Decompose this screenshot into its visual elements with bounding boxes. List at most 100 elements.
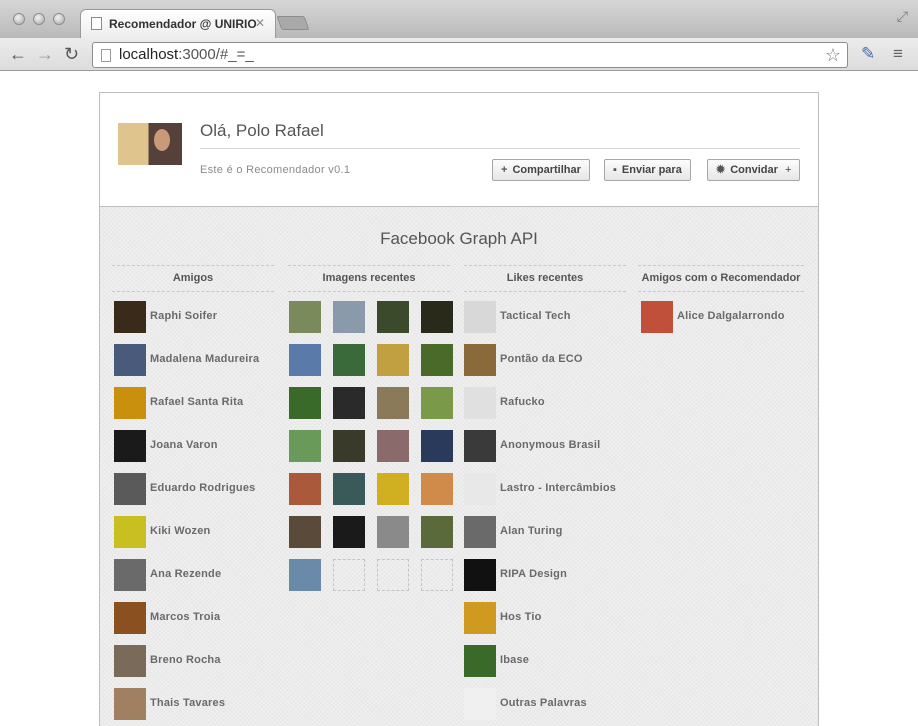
recent-image[interactable]	[377, 516, 409, 548]
fullscreen-icon[interactable]: ⤢	[897, 8, 908, 25]
friend-name: Rafael Santa Rita	[150, 396, 244, 408]
recent-image[interactable]	[421, 516, 453, 548]
new-tab-button[interactable]	[276, 16, 310, 30]
send-to-button[interactable]: ▪ Enviar para	[604, 159, 691, 181]
friend-name: Ana Rezende	[150, 568, 222, 580]
profile-header: Olá, Polo Rafael Este é o Recomendador v…	[100, 93, 818, 206]
friend-name: Eduardo Rodrigues	[150, 482, 256, 494]
address-bar[interactable]: localhost:3000/#_=_ ☆	[92, 42, 848, 68]
friend-name: Breno Rocha	[150, 654, 221, 666]
like-thumbnail	[464, 645, 496, 677]
recent-image[interactable]	[421, 344, 453, 376]
like-thumbnail	[464, 602, 496, 634]
url-text: localhost:3000/#_=_	[119, 46, 254, 63]
tab-close-icon[interactable]: ✕	[255, 16, 265, 30]
recent-image[interactable]	[333, 344, 365, 376]
page-icon	[101, 49, 111, 62]
recent-image[interactable]	[421, 387, 453, 419]
bookmark-star-icon[interactable]: ☆	[825, 45, 841, 66]
recent-image[interactable]	[289, 387, 321, 419]
maximize-window-icon[interactable]	[53, 13, 65, 25]
recent-image[interactable]	[421, 473, 453, 505]
user-avatar	[118, 123, 182, 165]
reload-icon[interactable]: ↻	[64, 43, 79, 65]
column-header-images: Imagens recentes	[288, 265, 450, 292]
like-name: Pontão da ECO	[500, 353, 583, 365]
plus-icon: +	[501, 164, 508, 176]
like-thumbnail	[464, 473, 496, 505]
recent-image[interactable]	[333, 387, 365, 419]
recent-image-placeholder	[377, 559, 409, 591]
recent-image[interactable]	[333, 430, 365, 462]
menu-icon[interactable]: ≡	[893, 44, 903, 64]
header-divider	[200, 148, 800, 149]
column-header-app-friends: Amigos com o Recomendador	[638, 265, 804, 292]
close-window-icon[interactable]	[13, 13, 25, 25]
column-header-likes: Likes recentes	[464, 265, 626, 292]
recent-image[interactable]	[333, 473, 365, 505]
graph-api-panel: Facebook Graph API Amigos Imagens recent…	[100, 206, 818, 726]
section-title: Facebook Graph API	[380, 229, 538, 248]
recent-image[interactable]	[377, 344, 409, 376]
browser-toolbar: ← → ↻ localhost:3000/#_=_ ☆ ✎ ≡	[0, 38, 918, 71]
recent-image[interactable]	[333, 516, 365, 548]
minimize-window-icon[interactable]	[33, 13, 45, 25]
like-thumbnail	[464, 516, 496, 548]
recent-image[interactable]	[289, 301, 321, 333]
tab-title: Recomendador @ UNIRIO	[109, 17, 257, 31]
recent-image[interactable]	[421, 430, 453, 462]
friend-name: Joana Varon	[150, 439, 218, 451]
friend-thumbnail	[114, 602, 146, 634]
recent-image[interactable]	[377, 387, 409, 419]
recent-image[interactable]	[289, 344, 321, 376]
column-header-friends: Amigos	[112, 265, 274, 292]
like-name: Ibase	[500, 654, 530, 666]
version-text: Este é o Recomendador v0.1	[200, 164, 351, 176]
like-thumbnail	[464, 559, 496, 591]
like-name: Alan Turing	[500, 525, 563, 537]
recent-image[interactable]	[289, 430, 321, 462]
like-name: RIPA Design	[500, 568, 567, 580]
invite-button[interactable]: ✹ Convidar +	[707, 159, 801, 181]
browser-tab-active[interactable]: Recomendador @ UNIRIO ✕	[80, 9, 276, 39]
app-friend-thumbnail	[641, 301, 673, 333]
window-titlebar: Recomendador @ UNIRIO ✕ ⤢	[0, 0, 918, 39]
pen-extension-icon[interactable]: ✎	[861, 44, 875, 64]
friend-thumbnail	[114, 516, 146, 548]
like-name: Rafucko	[500, 396, 545, 408]
friend-name: Marcos Troia	[150, 611, 221, 623]
recent-image[interactable]	[377, 473, 409, 505]
like-name: Hos Tio	[500, 611, 542, 623]
recent-image-placeholder	[333, 559, 365, 591]
recent-image[interactable]	[421, 301, 453, 333]
forward-icon[interactable]: →	[36, 43, 54, 65]
recent-image[interactable]	[377, 301, 409, 333]
speech-bubble-icon: ▪	[613, 164, 617, 176]
friend-thumbnail	[114, 688, 146, 720]
friend-thumbnail	[114, 387, 146, 419]
share-button[interactable]: + Compartilhar	[492, 159, 590, 181]
like-name: Anonymous Brasil	[500, 439, 601, 451]
gear-icon: ✹	[716, 164, 726, 176]
back-icon[interactable]: ←	[9, 43, 27, 65]
like-thumbnail	[464, 387, 496, 419]
friend-thumbnail	[114, 473, 146, 505]
like-thumbnail	[464, 430, 496, 462]
friend-thumbnail	[114, 645, 146, 677]
friend-thumbnail	[114, 344, 146, 376]
recent-image[interactable]	[333, 301, 365, 333]
recent-image-placeholder	[421, 559, 453, 591]
like-thumbnail	[464, 344, 496, 376]
app-friend-name: Alice Dalgalarrondo	[677, 310, 785, 322]
recent-image[interactable]	[289, 473, 321, 505]
like-thumbnail	[464, 301, 496, 333]
like-name: Tactical Tech	[500, 310, 571, 322]
recent-image[interactable]	[289, 559, 321, 591]
friend-thumbnail	[114, 430, 146, 462]
like-thumbnail	[464, 688, 496, 720]
friend-name: Kiki Wozen	[150, 525, 211, 537]
like-name: Outras Palavras	[500, 697, 587, 709]
like-name: Lastro - Intercâmbios	[500, 482, 617, 494]
recent-image[interactable]	[289, 516, 321, 548]
recent-image[interactable]	[377, 430, 409, 462]
